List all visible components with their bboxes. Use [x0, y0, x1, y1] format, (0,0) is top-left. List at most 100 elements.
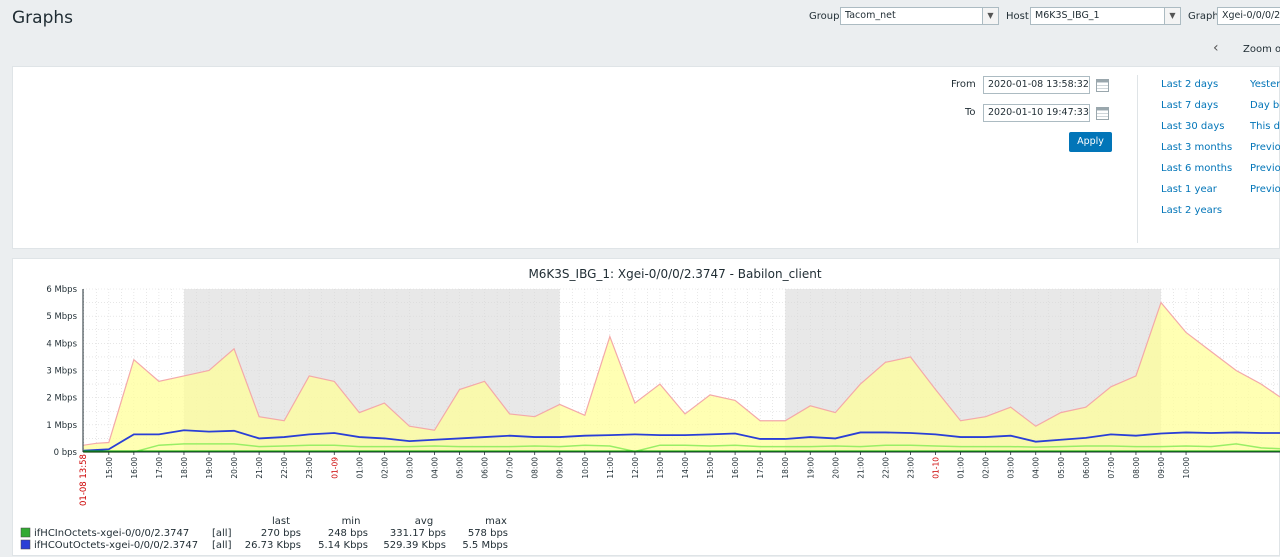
group-label: Group: [809, 11, 840, 22]
x-tick-label: 12:00: [631, 457, 640, 479]
y-tick-label: 4 Mbps: [46, 339, 77, 349]
quick-range-day-before[interactable]: Day bef: [1250, 100, 1280, 111]
x-tick-label: 22:00: [280, 457, 289, 479]
chevron-down-icon[interactable]: ▼: [1164, 8, 1180, 24]
quick-range-last-7-days[interactable]: Last 7 days: [1161, 100, 1218, 111]
zoom-nav: ‹ Zoom ou: [0, 38, 1280, 62]
legend-value: 26.73 Kbps: [245, 540, 301, 551]
quick-range-previous-2[interactable]: Previou: [1250, 163, 1280, 174]
x-tick-label: 20:00: [831, 457, 840, 479]
group-select[interactable]: Tacom_net ▼: [840, 7, 999, 25]
legend-series-name: ifHCInOctets-xgei-0/0/0/2.3747: [34, 528, 189, 539]
quick-range-last-6-months[interactable]: Last 6 months: [1161, 163, 1232, 174]
x-tick-label: 18:00: [180, 457, 189, 479]
zoom-out-button[interactable]: Zoom ou: [1243, 44, 1280, 55]
x-tick-label: 19:00: [806, 457, 815, 479]
x-tick-label: 03:00: [1007, 457, 1016, 479]
x-tick-label: 11:00: [606, 457, 615, 479]
x-tick-label: 21:00: [856, 457, 865, 479]
quick-range-last-3-months[interactable]: Last 3 months: [1161, 142, 1232, 153]
x-tick-label: 09:00: [1157, 457, 1166, 479]
apply-button[interactable]: Apply: [1069, 132, 1112, 152]
x-tick-label: 08:00: [1132, 457, 1141, 479]
x-tick-label: 23:00: [305, 457, 314, 479]
y-tick-label: 0 bps: [54, 448, 78, 458]
x-tick-label: 01-10: [932, 457, 941, 479]
page-title: Graphs: [12, 8, 74, 28]
traffic-graph[interactable]: M6K3S_IBG_1: Xgei-0/0/0/2.3747 - Babilon…: [13, 259, 1280, 557]
x-tick-label: 10:00: [1182, 457, 1191, 479]
x-tick-label: 03:00: [405, 457, 414, 479]
to-label: To: [965, 107, 976, 118]
y-tick-label: 6 Mbps: [46, 285, 77, 295]
quick-range-last-2-days[interactable]: Last 2 days: [1161, 79, 1218, 90]
x-tick-label: 09:00: [556, 457, 565, 479]
legend-header: avg: [415, 516, 433, 527]
group-select-value: Tacom_net: [845, 10, 896, 21]
from-label: From: [951, 79, 976, 90]
x-tick-label: 01:00: [957, 457, 966, 479]
chart-title: M6K3S_IBG_1: Xgei-0/0/0/2.3747 - Babilon…: [528, 267, 821, 281]
x-tick-label: 01:00: [355, 457, 364, 479]
legend-value: 5.14 Kbps: [318, 540, 368, 551]
legend-series-name: ifHCOutOctets-xgei-0/0/0/2.3747: [34, 540, 198, 551]
page-header: Graphs Group Tacom_net ▼ Host M6K3S_IBG_…: [0, 0, 1280, 36]
to-input[interactable]: 2020-01-10 19:47:33: [983, 104, 1090, 122]
legend-swatch: [20, 539, 31, 550]
quick-range-this-day[interactable]: This da: [1250, 121, 1280, 132]
calendar-icon[interactable]: [1096, 107, 1109, 120]
x-tick-label: 07:00: [506, 457, 515, 479]
x-tick-label: 17:00: [155, 457, 164, 479]
x-start-label: 01-08 13:58: [79, 454, 89, 506]
legend-value: 331.17 bps: [390, 528, 446, 539]
x-tick-label: 17:00: [756, 457, 765, 479]
y-tick-label: 2 Mbps: [46, 394, 77, 404]
x-tick-label: 14:00: [681, 457, 690, 479]
legend-func: [all]: [212, 528, 232, 539]
y-tick-label: 1 Mbps: [46, 421, 77, 431]
x-tick-label: 08:00: [531, 457, 540, 479]
x-tick-label: 01-09: [330, 457, 339, 479]
legend-value: 529.39 Kbps: [383, 540, 446, 551]
chevron-left-icon[interactable]: ‹: [1213, 40, 1219, 56]
graph-label: Graph: [1188, 11, 1219, 22]
x-tick-label: 10:00: [581, 457, 590, 479]
graph-select[interactable]: Xgei-0/0/0/2.3: [1217, 7, 1280, 25]
calendar-icon[interactable]: [1096, 79, 1109, 92]
legend-header: max: [485, 516, 507, 527]
x-tick-label: 02:00: [380, 457, 389, 479]
x-tick-label: 13:00: [656, 457, 665, 479]
legend-value: 578 bps: [468, 528, 508, 539]
from-input[interactable]: 2020-01-08 13:58:32: [983, 76, 1090, 94]
x-tick-label: 05:00: [456, 457, 465, 479]
x-tick-label: 18:00: [781, 457, 790, 479]
chevron-down-icon[interactable]: ▼: [982, 8, 998, 24]
x-tick-label: 07:00: [1107, 457, 1116, 479]
x-tick-label: 15:00: [706, 457, 715, 479]
x-tick-label: 21:00: [255, 457, 264, 479]
x-tick-label: 04:00: [1032, 457, 1041, 479]
quick-range-previous-1[interactable]: Previou: [1250, 142, 1280, 153]
graph-select-value: Xgei-0/0/0/2.3: [1222, 10, 1280, 21]
quick-range-last-1-year[interactable]: Last 1 year: [1161, 184, 1217, 195]
quick-range-last-2-years[interactable]: Last 2 years: [1161, 205, 1222, 216]
quick-range-previous-3[interactable]: Previou: [1250, 184, 1280, 195]
host-select[interactable]: M6K3S_IBG_1 ▼: [1030, 7, 1181, 25]
legend-value: 248 bps: [328, 528, 368, 539]
quick-range-last-30-days[interactable]: Last 30 days: [1161, 121, 1225, 132]
legend-value: 5.5 Mbps: [462, 540, 508, 551]
x-tick-label: 05:00: [1057, 457, 1066, 479]
legend-header: last: [272, 516, 290, 527]
x-tick-label: 04:00: [430, 457, 439, 479]
host-select-value: M6K3S_IBG_1: [1035, 10, 1100, 21]
x-tick-label: 16:00: [731, 457, 740, 479]
legend-value: 270 bps: [261, 528, 301, 539]
x-tick-label: 19:00: [205, 457, 214, 479]
x-tick-label: 15:00: [105, 457, 114, 479]
quick-range-yesterday[interactable]: Yesterd: [1250, 79, 1280, 90]
legend-func: [all]: [212, 540, 232, 551]
graph-panel: M6K3S_IBG_1: Xgei-0/0/0/2.3747 - Babilon…: [12, 258, 1280, 556]
host-label: Host: [1006, 11, 1029, 22]
x-tick-label: 20:00: [230, 457, 239, 479]
y-tick-label: 3 Mbps: [46, 367, 77, 377]
